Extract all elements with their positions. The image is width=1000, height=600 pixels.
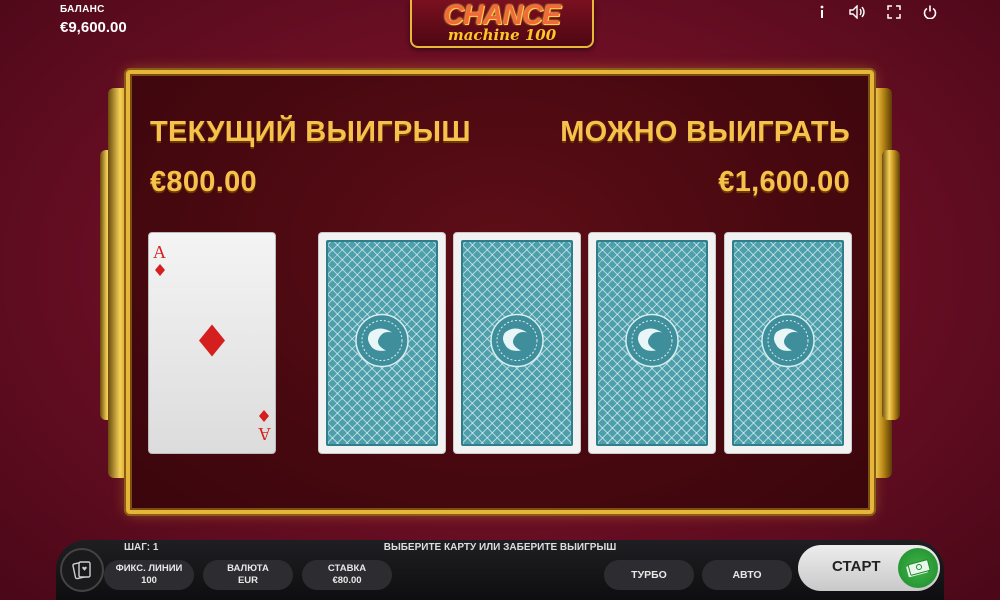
start-label: СТАРТ <box>832 558 881 575</box>
autoplay-button[interactable]: АВТО <box>702 560 792 590</box>
card-rank-letter: A <box>258 424 271 444</box>
face-down-card-3[interactable] <box>588 232 716 454</box>
face-down-card-1[interactable] <box>318 232 446 454</box>
bet-value: €80.00 <box>332 575 362 586</box>
card-back-pattern <box>596 240 708 446</box>
card-emblem-icon <box>489 313 545 374</box>
card-emblem-icon <box>760 313 816 374</box>
power-icon[interactable] <box>920 2 940 22</box>
currency-display: ВАЛЮТА EUR <box>203 560 293 590</box>
dealer-card: A A <box>148 232 276 454</box>
fixed-lines-display: ФИКС. ЛИНИИ 100 <box>104 560 194 590</box>
top-controls <box>812 2 940 22</box>
turbo-button[interactable]: ТУРБО <box>604 560 694 590</box>
currency-value: EUR <box>237 575 259 586</box>
sound-icon[interactable] <box>848 2 868 22</box>
current-win-label: ТЕКУЩИЙ ВЫИГРЫШ <box>150 116 471 148</box>
diamond-suit-icon <box>259 410 270 422</box>
diamond-suit-icon <box>154 264 165 276</box>
start-button[interactable]: СТАРТ <box>798 545 940 591</box>
current-win-value: €800.00 <box>150 166 257 198</box>
face-down-card-4[interactable] <box>724 232 852 454</box>
balance-value: €9,600.00 <box>60 19 127 36</box>
currency-label: ВАЛЮТА <box>227 563 269 574</box>
card-emblem-icon <box>624 313 680 374</box>
info-icon[interactable] <box>812 2 832 22</box>
fixed-lines-value: 100 <box>141 575 157 586</box>
potential-win-label: МОЖНО ВЫИГРАТЬ <box>560 116 850 148</box>
card-back-pattern <box>461 240 573 446</box>
card-rank-top: A <box>153 243 166 279</box>
face-down-card-2[interactable] <box>453 232 581 454</box>
frame-decoration-right-outer <box>882 150 900 420</box>
card-emblem-icon <box>354 313 410 374</box>
diamond-suit-icon <box>199 324 225 362</box>
logo-subtitle: machine 100 <box>447 26 557 44</box>
game-board: ТЕКУЩИЙ ВЫИГРЫШ €800.00 МОЖНО ВЫИГРАТЬ €… <box>126 70 874 514</box>
collect-cash-icon[interactable] <box>898 548 938 588</box>
balance-label: БАЛАНС <box>60 4 105 15</box>
bet-selector[interactable]: СТАВКА €80.00 <box>302 560 392 590</box>
fullscreen-icon[interactable] <box>884 2 904 22</box>
card-back-pattern <box>326 240 438 446</box>
card-rank-bottom: A <box>258 407 271 444</box>
game-logo: CHANCE machine 100 <box>410 0 594 48</box>
bet-label: СТАВКА <box>327 563 367 574</box>
potential-win-value: €1,600.00 <box>718 166 850 198</box>
card-back-pattern <box>732 240 844 446</box>
card-rank-letter: A <box>153 242 166 262</box>
paytable-button[interactable] <box>60 548 104 592</box>
fixed-lines-label: ФИКС. ЛИНИИ <box>115 563 183 574</box>
cards-icon <box>72 561 91 580</box>
balance-display: БАЛАНС €9,600.00 <box>60 4 127 36</box>
